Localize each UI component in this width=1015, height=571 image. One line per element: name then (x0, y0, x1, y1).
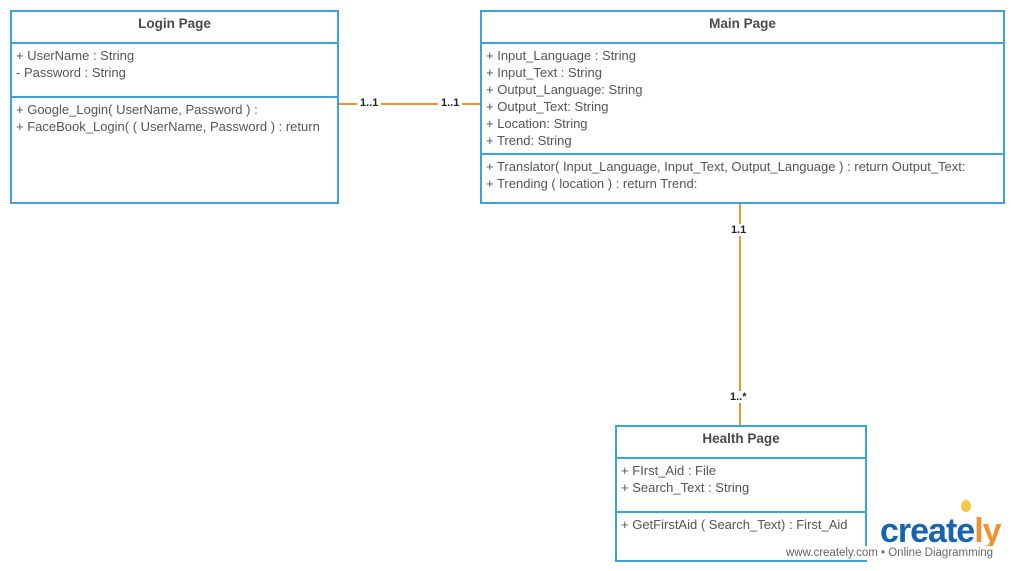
attribute: + Output_Text: String (486, 99, 609, 114)
multiplicity-main-left: 1..1 (438, 97, 463, 109)
attributes-section: + UserName : String - Password : String (12, 44, 337, 96)
class-title: Main Page (482, 12, 1003, 44)
multiplicity-main-bottom: 1.1 (728, 224, 750, 236)
methods-section: + GetFirstAid ( Search_Text) : First_Aid (617, 511, 865, 536)
method: + Trending ( location ) : return Trend: (486, 176, 698, 191)
method: + FaceBook_Login( ( UserName, Password )… (16, 119, 320, 134)
attributes-section: + FIrst_Aid : File + Search_Text : Strin… (617, 459, 865, 511)
attribute: + Output_Language: String (486, 82, 643, 97)
attribute: - Password : String (16, 65, 126, 80)
method: + GetFirstAid ( Search_Text) : First_Aid (621, 517, 848, 532)
class-title: Login Page (12, 12, 337, 44)
class-health-page[interactable]: Health Page + FIrst_Aid : File + Search_… (615, 425, 867, 562)
attribute: + Location: String (486, 116, 588, 131)
watermark-tagline: www.creately.com • Online Diagramming (782, 546, 998, 560)
attribute: + Search_Text : String (621, 480, 750, 495)
attribute: + Input_Language : String (486, 48, 636, 63)
method: + Translator( Input_Language, Input_Text… (486, 159, 966, 174)
methods-section: + Translator( Input_Language, Input_Text… (482, 153, 1003, 195)
attribute: + FIrst_Aid : File (621, 463, 716, 478)
lightbulb-icon (961, 500, 971, 512)
class-title: Health Page (617, 427, 865, 459)
methods-section: + Google_Login( UserName, Password ) : +… (12, 96, 337, 138)
attribute: + Input_Text : String (486, 65, 602, 80)
attribute: + Trend: String (486, 133, 572, 148)
class-main-page[interactable]: Main Page + Input_Language : String + In… (480, 10, 1005, 204)
multiplicity-login: 1..1 (357, 97, 382, 109)
attributes-section: + Input_Language : String + Input_Text :… (482, 44, 1003, 153)
method: + Google_Login( UserName, Password ) : (16, 102, 258, 117)
multiplicity-health: 1..* (727, 391, 750, 403)
attribute: + UserName : String (16, 48, 135, 63)
class-login-page[interactable]: Login Page + UserName : String - Passwor… (10, 10, 339, 204)
